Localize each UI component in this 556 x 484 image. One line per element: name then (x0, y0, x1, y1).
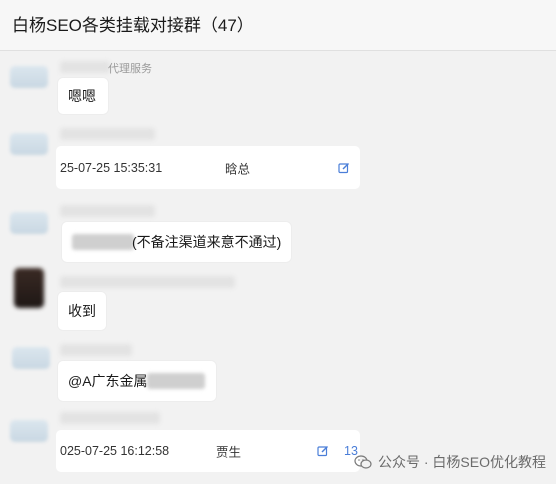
avatar[interactable] (10, 66, 48, 88)
message-text: @A广东金属 (68, 373, 148, 389)
sender-name-blurred (60, 344, 132, 356)
card-time: 25-07-25 15:35:31 (60, 160, 163, 175)
message-text: 嗯嗯 (68, 88, 96, 104)
avatar[interactable] (10, 212, 48, 234)
message-bubble[interactable]: (不备注渠道来意不通过) (62, 222, 291, 262)
message-text: (不备注渠道来意不通过) (132, 234, 282, 250)
chat-header: 白杨SEO各类挂载对接群（47） (0, 0, 556, 51)
message-bubble[interactable]: 收到 (58, 292, 106, 330)
sender-name-blurred (60, 61, 110, 73)
avatar[interactable] (10, 420, 48, 442)
sender-name: 代理服务 (108, 63, 152, 75)
message-bubble[interactable]: @A广东金属 (58, 361, 216, 401)
sender-name-blurred (60, 276, 235, 288)
wechat-icon (354, 455, 372, 469)
avatar[interactable] (10, 133, 48, 155)
message-text: 收到 (68, 303, 96, 319)
redacted-text (72, 234, 134, 250)
card-name: 晗总 (225, 162, 251, 176)
sender-name-blurred (60, 205, 155, 217)
redacted-text (147, 373, 205, 389)
card-time: 025-07-25 16:12:58 (60, 444, 170, 458)
sender-name-blurred (60, 412, 160, 424)
card-name: 贾生 (216, 445, 242, 460)
watermark: 公众号 · 白杨SEO优化教程 (354, 452, 546, 472)
avatar[interactable] (12, 347, 50, 369)
message-card[interactable]: 25-07-25 15:35:31 晗总 (56, 146, 360, 189)
message-card[interactable]: 025-07-25 16:12:58 贾生 13 (56, 430, 360, 472)
edit-icon[interactable] (338, 162, 350, 174)
edit-icon[interactable] (317, 445, 329, 457)
watermark-text: 公众号 · 白杨SEO优化教程 (377, 454, 546, 470)
group-title: 白杨SEO各类挂载对接群（47） (12, 16, 254, 35)
message-bubble[interactable]: 嗯嗯 (58, 78, 108, 114)
avatar[interactable] (14, 268, 44, 308)
sender-name-blurred (60, 128, 155, 140)
